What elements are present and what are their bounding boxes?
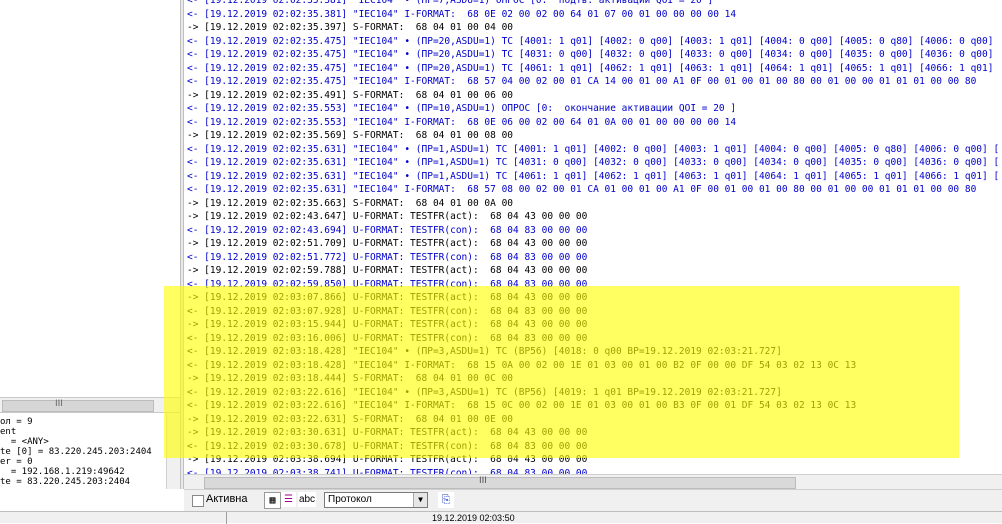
save-icon[interactable]: ⎘: [438, 492, 454, 508]
log-line-incoming[interactable]: <- [19.12.2019 02:02:35.553] "IEC104" • …: [187, 102, 999, 116]
log-line-outgoing[interactable]: <- [19.12.2019 02:03:22.616] "IEC104" I-…: [187, 399, 999, 413]
status-datetime: 19.12.2019 02:03:50: [432, 513, 515, 523]
log-line-incoming[interactable]: <- [19.12.2019 02:02:35.475] "IEC104" • …: [187, 35, 999, 49]
log-line-incoming[interactable]: <- [19.12.2019 02:02:59.850] U-FORMAT: T…: [187, 278, 999, 292]
connection-info-line: er = 0: [0, 457, 33, 467]
log-line-outgoing[interactable]: -> [19.12.2019 02:03:38.694] U-FORMAT: T…: [187, 453, 999, 467]
log-line-outgoing[interactable]: <- [19.12.2019 02:03:16.006] U-FORMAT: T…: [187, 332, 999, 346]
left-panel: III ол = 9 ent = <ANY> te [0] = 83.220.245…: [0, 0, 180, 489]
log-line-outgoing[interactable]: <- [19.12.2019 02:03:18.428] "IEC104" I-…: [187, 359, 999, 373]
status-divider: [226, 512, 227, 524]
log-line-outgoing[interactable]: -> [19.12.2019 02:03:07.866] U-FORMAT: T…: [187, 291, 999, 305]
left-vertical-scrollbar[interactable]: [166, 413, 180, 489]
log-line-incoming[interactable]: <- [19.12.2019 02:02:35.631] "IEC104" I-…: [187, 183, 999, 197]
log-line-outgoing[interactable]: -> [19.12.2019 02:03:18.444] S-FORMAT: 6…: [187, 372, 999, 386]
log-line-outgoing[interactable]: <- [19.12.2019 02:03:18.428] "IEC104" • …: [187, 345, 999, 359]
checkbox-icon[interactable]: [192, 495, 204, 507]
log-scroll-grip: III: [479, 476, 487, 486]
protocol-log[interactable]: <- [19.12.2019 02:02:35.381] "IEC104" • …: [184, 0, 1002, 474]
log-line-outgoing[interactable]: <- [19.12.2019 02:03:30.678] U-FORMAT: T…: [187, 440, 999, 454]
connection-info-line: = 192.168.1.219:49642: [0, 467, 125, 477]
connection-info-line: te = 83.220.245.203:2404: [0, 477, 131, 487]
protocol-select[interactable]: Протокол ▼: [324, 492, 428, 508]
log-line-outgoing[interactable]: -> [19.12.2019 02:02:59.788] U-FORMAT: T…: [187, 264, 999, 278]
log-line-outgoing[interactable]: -> [19.12.2019 02:02:35.491] S-FORMAT: 6…: [187, 89, 999, 103]
log-line-incoming[interactable]: <- [19.12.2019 02:02:35.381] "IEC104" • …: [187, 0, 999, 8]
log-line-incoming[interactable]: <- [19.12.2019 02:02:35.381] "IEC104" I-…: [187, 8, 999, 22]
log-line-incoming[interactable]: <- [19.12.2019 02:02:35.475] "IEC104" • …: [187, 62, 999, 76]
protocol-value: Протокол: [328, 494, 372, 505]
log-line-incoming[interactable]: <- [19.12.2019 02:02:35.553] "IEC104" I-…: [187, 116, 999, 130]
chevron-down-icon[interactable]: ▼: [413, 493, 427, 507]
log-line-incoming[interactable]: <- [19.12.2019 02:03:38.741] U-FORMAT: T…: [187, 467, 999, 475]
left-horizontal-scrollbar[interactable]: III: [0, 397, 180, 413]
log-line-outgoing[interactable]: -> [19.12.2019 02:03:22.631] S-FORMAT: 6…: [187, 413, 999, 427]
left-scroll-grip: III: [55, 399, 63, 409]
log-line-incoming[interactable]: <- [19.12.2019 02:02:35.475] "IEC104" • …: [187, 48, 999, 62]
connection-info-line: ол = 9: [0, 417, 33, 427]
active-label[interactable]: Активна: [206, 493, 248, 505]
connection-info: ол = 9 ent = <ANY> te [0] = 83.220.245.203…: [0, 417, 170, 487]
log-line-incoming[interactable]: <- [19.12.2019 02:02:35.475] "IEC104" I-…: [187, 75, 999, 89]
log-line-outgoing[interactable]: -> [19.12.2019 02:02:35.569] S-FORMAT: 6…: [187, 129, 999, 143]
connection-info-line: te [0] = 83.220.245.203:2404: [0, 447, 152, 457]
log-line-incoming[interactable]: <- [19.12.2019 02:02:35.631] "IEC104" • …: [187, 170, 999, 184]
log-lines: <- [19.12.2019 02:02:35.381] "IEC104" • …: [187, 0, 999, 474]
log-line-outgoing[interactable]: <- [19.12.2019 02:03:22.616] "IEC104" • …: [187, 386, 999, 400]
log-line-outgoing[interactable]: -> [19.12.2019 02:02:51.709] U-FORMAT: T…: [187, 237, 999, 251]
log-line-outgoing[interactable]: -> [19.12.2019 02:02:35.397] S-FORMAT: 6…: [187, 21, 999, 35]
log-line-outgoing[interactable]: -> [19.12.2019 02:02:35.663] S-FORMAT: 6…: [187, 197, 999, 211]
connection-info-line: ent: [0, 427, 17, 437]
log-line-outgoing[interactable]: <- [19.12.2019 02:03:07.928] U-FORMAT: T…: [187, 305, 999, 319]
log-line-outgoing[interactable]: -> [19.12.2019 02:03:15.944] U-FORMAT: T…: [187, 318, 999, 332]
lines-icon[interactable]: ☰: [281, 492, 296, 507]
log-line-incoming[interactable]: <- [19.12.2019 02:02:35.631] "IEC104" • …: [187, 143, 999, 157]
abc-icon[interactable]: abc: [298, 492, 316, 507]
log-line-incoming[interactable]: <- [19.12.2019 02:02:43.694] U-FORMAT: T…: [187, 224, 999, 238]
log-line-outgoing[interactable]: -> [19.12.2019 02:03:30.631] U-FORMAT: T…: [187, 426, 999, 440]
log-line-incoming[interactable]: <- [19.12.2019 02:02:35.631] "IEC104" • …: [187, 156, 999, 170]
log-horizontal-scrollbar[interactable]: III: [184, 474, 1002, 489]
bottom-toolbar: Активна ▦ ☰ abc Протокол ▼ ⎘: [184, 489, 1002, 511]
grid-icon[interactable]: ▦: [264, 492, 281, 509]
log-line-incoming[interactable]: <- [19.12.2019 02:02:51.772] U-FORMAT: T…: [187, 251, 999, 265]
left-scroll-thumb[interactable]: [2, 400, 154, 412]
log-line-outgoing[interactable]: -> [19.12.2019 02:02:43.647] U-FORMAT: T…: [187, 210, 999, 224]
log-scroll-thumb[interactable]: [204, 477, 796, 489]
connection-info-line: = <ANY>: [0, 437, 49, 447]
status-bar: 19.12.2019 02:03:50: [0, 511, 1002, 524]
